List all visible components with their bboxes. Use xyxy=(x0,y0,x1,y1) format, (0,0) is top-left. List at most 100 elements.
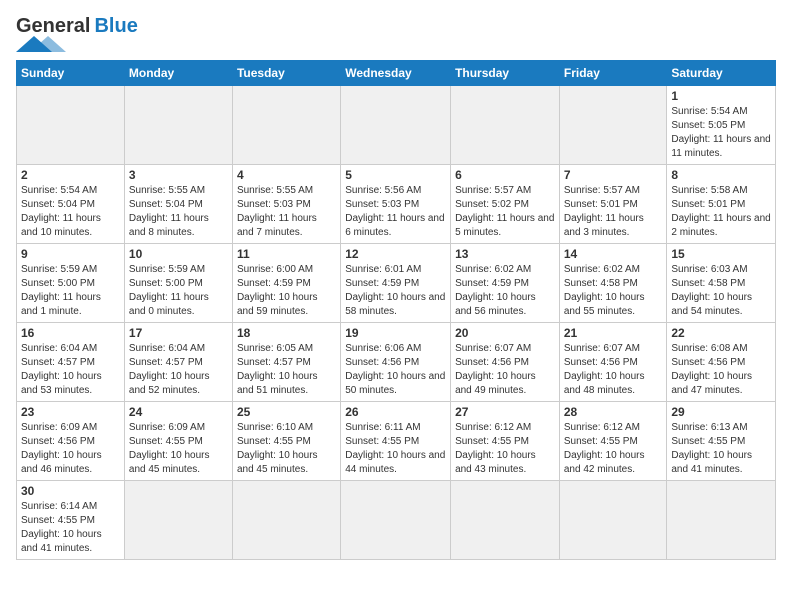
day-info: Sunrise: 5:59 AM Sunset: 5:00 PM Dayligh… xyxy=(129,263,228,319)
calendar-cell: 15 Sunrise: 6:03 AM Sunset: 4:58 PM Dayli… xyxy=(667,244,776,323)
calendar-cell: 13 Sunrise: 6:02 AM Sunset: 4:59 PM Dayli… xyxy=(451,244,560,323)
day-info: Sunrise: 6:11 AM Sunset: 4:55 PM Dayligh… xyxy=(345,421,446,477)
day-info: Sunrise: 6:14 AM Sunset: 4:55 PM Dayligh… xyxy=(21,500,120,556)
day-info: Sunrise: 6:09 AM Sunset: 4:55 PM Dayligh… xyxy=(129,421,228,477)
calendar-cell: 20Sunrise: 6:07 AM Sunset: 4:56 PM Dayli… xyxy=(451,323,560,402)
week-row-0: 1Sunrise: 5:54 AM Sunset: 5:05 PM Daylig… xyxy=(17,86,776,165)
day-info: Sunrise: 5:59 AM Sunset: 5:00 PM Dayligh… xyxy=(21,263,120,319)
header-day-sunday: Sunday xyxy=(17,61,125,86)
day-info: Sunrise: 6:04 AM Sunset: 4:57 PM Dayligh… xyxy=(129,342,228,398)
week-row-4: 23 Sunrise: 6:09 AM Sunset: 4:56 PM Dayli… xyxy=(17,402,776,481)
day-info: Sunrise: 6:03 AM Sunset: 4:58 PM Dayligh… xyxy=(671,263,771,319)
day-number: 5 xyxy=(345,168,446,182)
day-number: 17 xyxy=(129,326,228,340)
header-day-monday: Monday xyxy=(124,61,232,86)
day-number: 20 xyxy=(455,326,555,340)
calendar-cell xyxy=(451,86,560,165)
day-info: Sunrise: 5:55 AM Sunset: 5:03 PM Dayligh… xyxy=(237,184,336,240)
day-number: 25 xyxy=(237,405,336,419)
header-day-friday: Friday xyxy=(559,61,667,86)
calendar-cell: 11 Sunrise: 6:00 AM Sunset: 4:59 PM Dayli… xyxy=(232,244,340,323)
day-number: 9 xyxy=(21,247,120,261)
calendar-cell: 24 Sunrise: 6:09 AM Sunset: 4:55 PM Dayli… xyxy=(124,402,232,481)
calendar-cell: 14 Sunrise: 6:02 AM Sunset: 4:58 PM Dayli… xyxy=(559,244,667,323)
day-info: Sunrise: 5:57 AM Sunset: 5:01 PM Dayligh… xyxy=(564,184,663,240)
logo-text-general: General xyxy=(16,16,90,36)
calendar-cell: 22 Sunrise: 6:08 AM Sunset: 4:56 PM Dayli… xyxy=(667,323,776,402)
calendar-cell: 10 Sunrise: 5:59 AM Sunset: 5:00 PM Dayli… xyxy=(124,244,232,323)
day-number: 26 xyxy=(345,405,446,419)
day-info: Sunrise: 6:08 AM Sunset: 4:56 PM Dayligh… xyxy=(671,342,771,398)
calendar-cell: 2 Sunrise: 5:54 AM Sunset: 5:04 PM Daylig… xyxy=(17,165,125,244)
day-info: Sunrise: 5:57 AM Sunset: 5:02 PM Dayligh… xyxy=(455,184,555,240)
week-row-2: 9 Sunrise: 5:59 AM Sunset: 5:00 PM Daylig… xyxy=(17,244,776,323)
day-number: 7 xyxy=(564,168,663,182)
day-number: 14 xyxy=(564,247,663,261)
day-number: 8 xyxy=(671,168,771,182)
calendar-cell: 29 Sunrise: 6:13 AM Sunset: 4:55 PM Dayli… xyxy=(667,402,776,481)
calendar-body: 1Sunrise: 5:54 AM Sunset: 5:05 PM Daylig… xyxy=(17,86,776,560)
calendar-cell: 8 Sunrise: 5:58 AM Sunset: 5:01 PM Daylig… xyxy=(667,165,776,244)
calendar-cell xyxy=(559,86,667,165)
calendar-cell: 23 Sunrise: 6:09 AM Sunset: 4:56 PM Dayli… xyxy=(17,402,125,481)
day-number: 18 xyxy=(237,326,336,340)
day-info: Sunrise: 6:05 AM Sunset: 4:57 PM Dayligh… xyxy=(237,342,336,398)
calendar-cell xyxy=(17,86,125,165)
calendar-cell xyxy=(124,86,232,165)
day-number: 2 xyxy=(21,168,120,182)
day-info: Sunrise: 5:55 AM Sunset: 5:04 PM Dayligh… xyxy=(129,184,228,240)
day-number: 16 xyxy=(21,326,120,340)
calendar-cell: 12Sunrise: 6:01 AM Sunset: 4:59 PM Dayli… xyxy=(341,244,451,323)
calendar-cell xyxy=(232,481,340,560)
calendar-cell: 6 Sunrise: 5:57 AM Sunset: 5:02 PM Daylig… xyxy=(451,165,560,244)
day-number: 6 xyxy=(455,168,555,182)
page-header: General Blue xyxy=(16,16,776,52)
calendar-cell: 3 Sunrise: 5:55 AM Sunset: 5:04 PM Daylig… xyxy=(124,165,232,244)
calendar-cell: 17 Sunrise: 6:04 AM Sunset: 4:57 PM Dayli… xyxy=(124,323,232,402)
day-info: Sunrise: 6:12 AM Sunset: 4:55 PM Dayligh… xyxy=(564,421,663,477)
day-info: Sunrise: 6:02 AM Sunset: 4:59 PM Dayligh… xyxy=(455,263,555,319)
day-number: 4 xyxy=(237,168,336,182)
day-info: Sunrise: 6:09 AM Sunset: 4:56 PM Dayligh… xyxy=(21,421,120,477)
day-info: Sunrise: 6:02 AM Sunset: 4:58 PM Dayligh… xyxy=(564,263,663,319)
day-number: 10 xyxy=(129,247,228,261)
day-number: 13 xyxy=(455,247,555,261)
day-number: 29 xyxy=(671,405,771,419)
day-number: 30 xyxy=(21,484,120,498)
day-number: 27 xyxy=(455,405,555,419)
day-number: 19 xyxy=(345,326,446,340)
day-info: Sunrise: 5:58 AM Sunset: 5:01 PM Dayligh… xyxy=(671,184,771,240)
calendar-cell: 4 Sunrise: 5:55 AM Sunset: 5:03 PM Daylig… xyxy=(232,165,340,244)
day-info: Sunrise: 5:54 AM Sunset: 5:04 PM Dayligh… xyxy=(21,184,120,240)
header-day-saturday: Saturday xyxy=(667,61,776,86)
day-info: Sunrise: 6:06 AM Sunset: 4:56 PM Dayligh… xyxy=(345,342,446,398)
header-day-wednesday: Wednesday xyxy=(341,61,451,86)
day-number: 11 xyxy=(237,247,336,261)
day-number: 23 xyxy=(21,405,120,419)
header-day-tuesday: Tuesday xyxy=(232,61,340,86)
calendar-table: SundayMondayTuesdayWednesdayThursdayFrid… xyxy=(16,60,776,560)
day-info: Sunrise: 5:56 AM Sunset: 5:03 PM Dayligh… xyxy=(345,184,446,240)
day-info: Sunrise: 6:12 AM Sunset: 4:55 PM Dayligh… xyxy=(455,421,555,477)
logo-icon xyxy=(16,36,66,52)
day-info: Sunrise: 6:13 AM Sunset: 4:55 PM Dayligh… xyxy=(671,421,771,477)
calendar-cell: 9 Sunrise: 5:59 AM Sunset: 5:00 PM Daylig… xyxy=(17,244,125,323)
week-row-1: 2 Sunrise: 5:54 AM Sunset: 5:04 PM Daylig… xyxy=(17,165,776,244)
calendar-header: SundayMondayTuesdayWednesdayThursdayFrid… xyxy=(17,61,776,86)
logo: General Blue xyxy=(16,16,138,52)
week-row-5: 30 Sunrise: 6:14 AM Sunset: 4:55 PM Dayli… xyxy=(17,481,776,560)
calendar-cell: 30 Sunrise: 6:14 AM Sunset: 4:55 PM Dayli… xyxy=(17,481,125,560)
header-day-thursday: Thursday xyxy=(451,61,560,86)
week-row-3: 16 Sunrise: 6:04 AM Sunset: 4:57 PM Dayli… xyxy=(17,323,776,402)
calendar-cell: 1Sunrise: 5:54 AM Sunset: 5:05 PM Daylig… xyxy=(667,86,776,165)
day-number: 3 xyxy=(129,168,228,182)
day-number: 15 xyxy=(671,247,771,261)
day-info: Sunrise: 6:00 AM Sunset: 4:59 PM Dayligh… xyxy=(237,263,336,319)
day-number: 24 xyxy=(129,405,228,419)
day-number: 21 xyxy=(564,326,663,340)
calendar-cell xyxy=(451,481,560,560)
calendar-cell: 19 Sunrise: 6:06 AM Sunset: 4:56 PM Dayli… xyxy=(341,323,451,402)
day-number: 22 xyxy=(671,326,771,340)
calendar-cell xyxy=(341,86,451,165)
day-info: Sunrise: 6:01 AM Sunset: 4:59 PM Dayligh… xyxy=(345,263,446,319)
